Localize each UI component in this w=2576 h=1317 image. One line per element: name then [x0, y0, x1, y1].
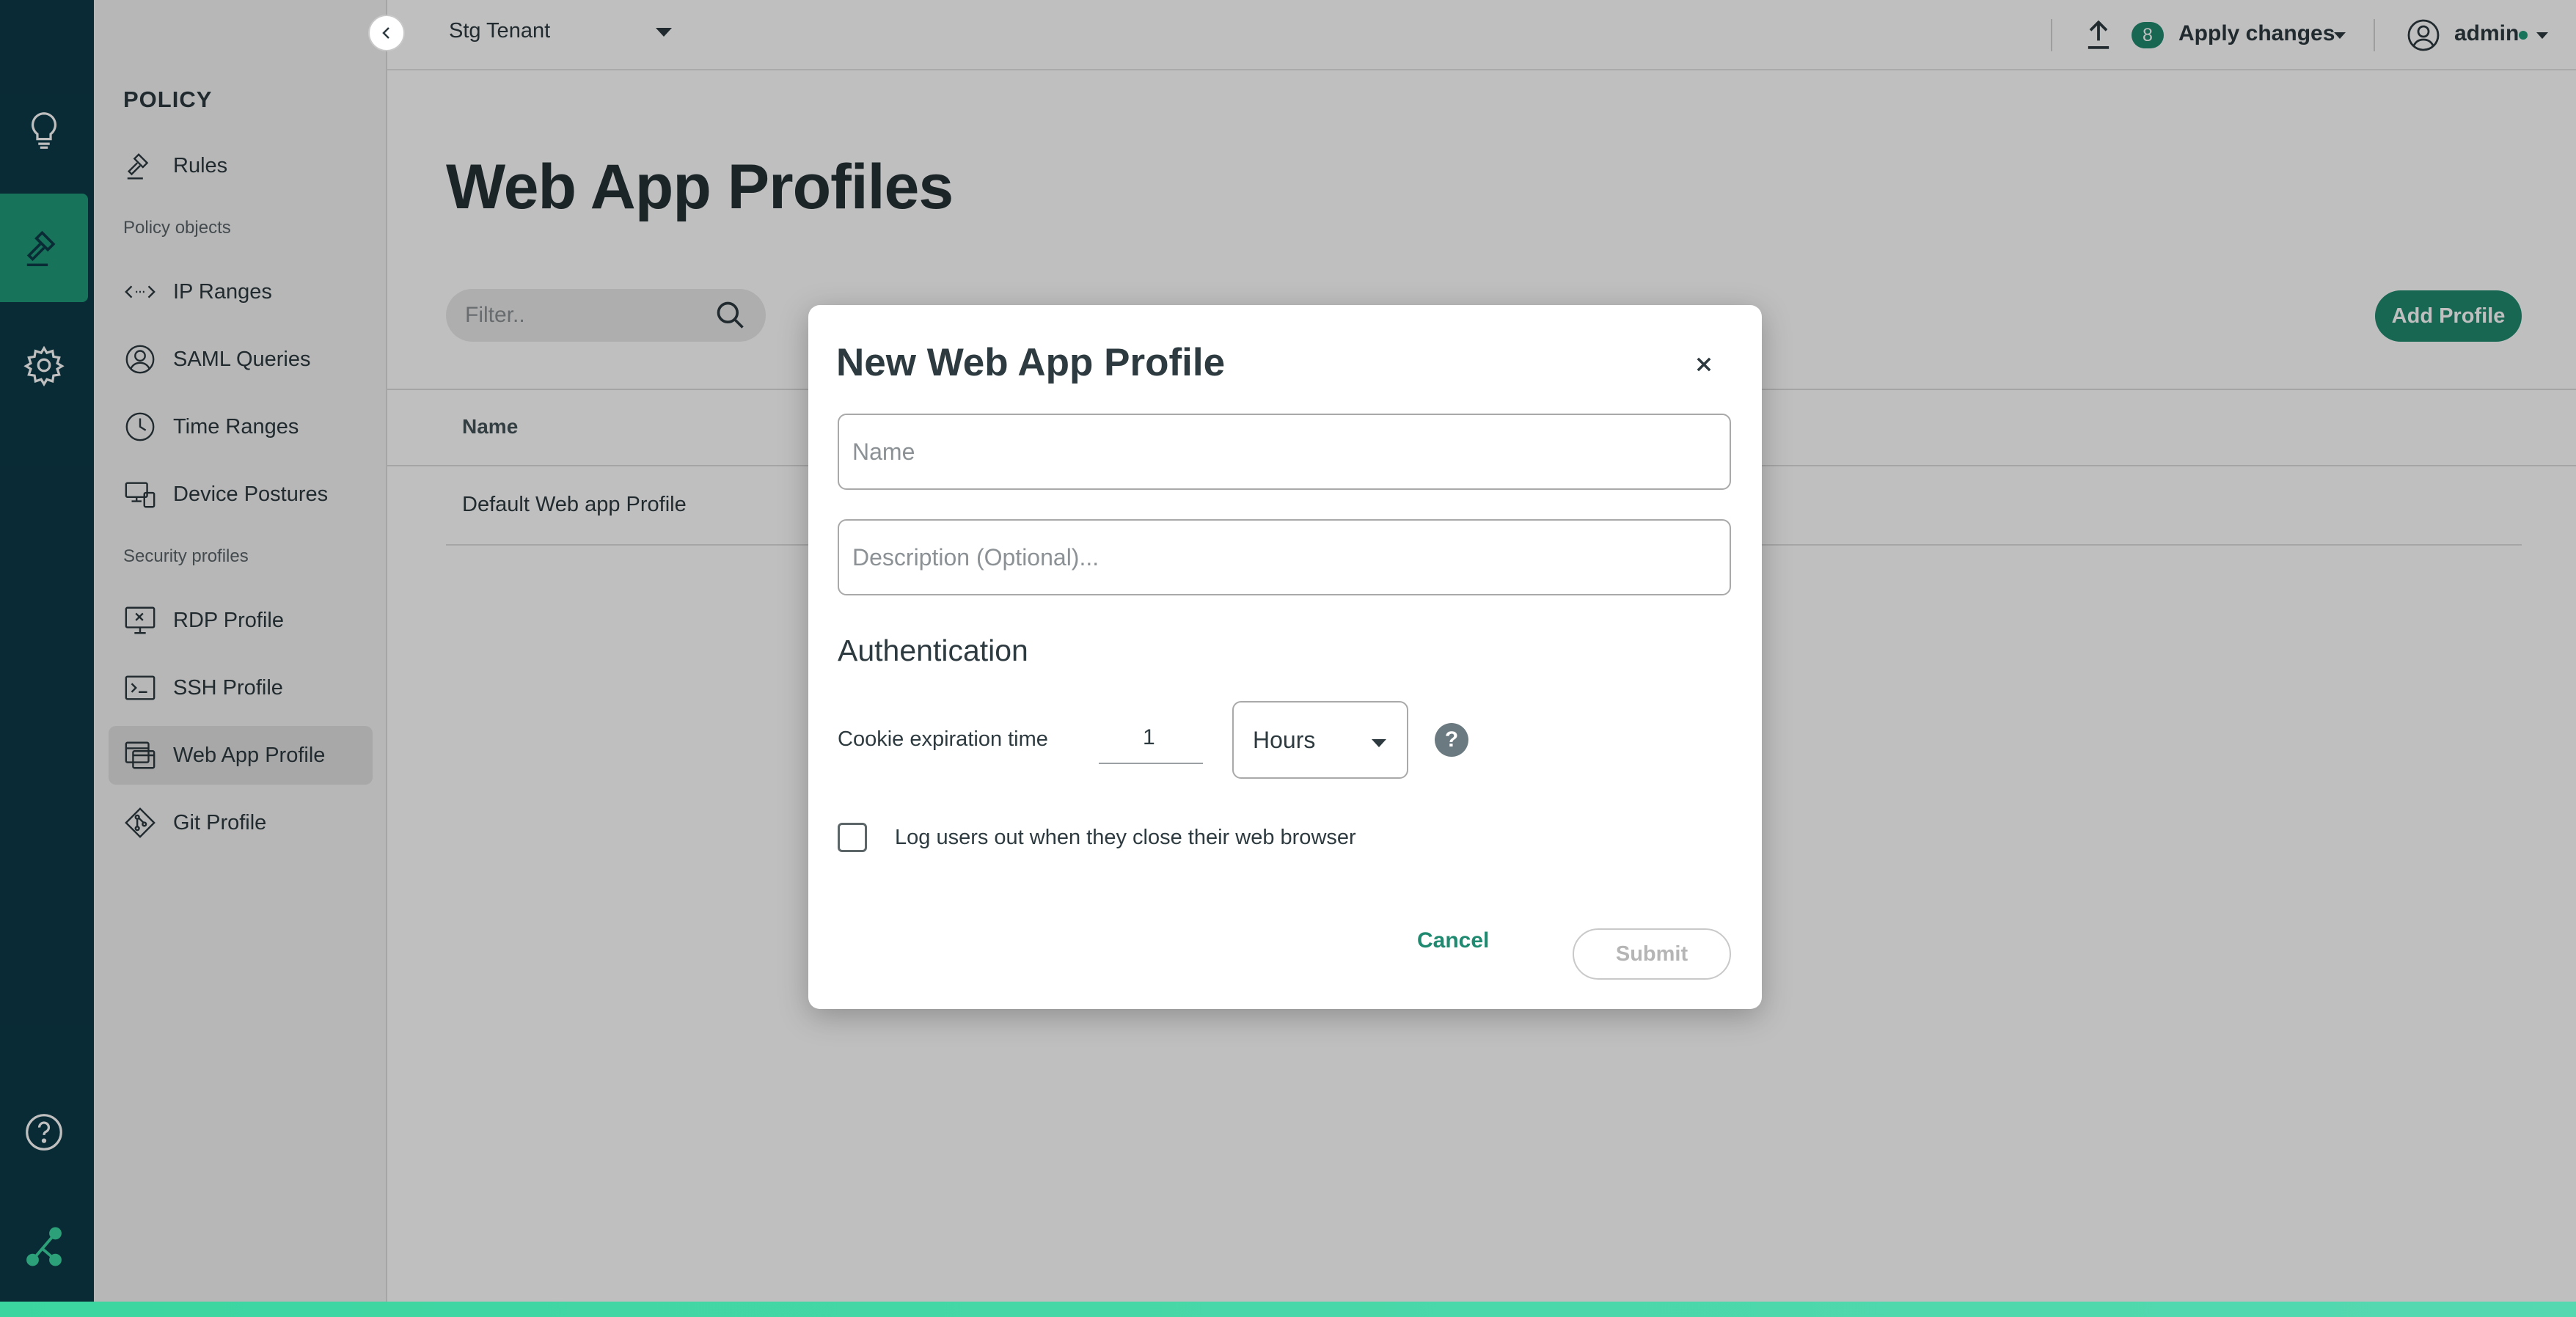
- close-icon: [1697, 357, 1711, 372]
- description-field[interactable]: [838, 519, 1731, 595]
- help-icon[interactable]: ?: [1435, 723, 1468, 757]
- new-web-app-profile-dialog: New Web App Profile Authentication Cooki…: [808, 305, 1762, 1009]
- cookie-expiration-input[interactable]: [1099, 713, 1203, 764]
- name-field[interactable]: [838, 414, 1731, 490]
- logout-on-close-label[interactable]: Log users out when they close their web …: [895, 826, 1356, 850]
- dialog-title: New Web App Profile: [836, 341, 1226, 384]
- chevron-down-icon: [1372, 739, 1386, 747]
- bottom-accent-bar: [0, 1302, 2576, 1317]
- logout-on-close-checkbox[interactable]: [838, 823, 867, 852]
- submit-button[interactable]: Submit: [1573, 928, 1731, 980]
- authentication-heading: Authentication: [838, 634, 1028, 667]
- close-button[interactable]: [1687, 348, 1721, 381]
- chevron-left-icon: [382, 27, 389, 39]
- sidebar-collapse-button[interactable]: [368, 15, 405, 51]
- cookie-expiration-label: Cookie expiration time: [838, 727, 1048, 751]
- cookie-unit-select[interactable]: Hours: [1232, 701, 1408, 779]
- cancel-button[interactable]: Cancel: [1417, 928, 1489, 953]
- selected-unit: Hours: [1253, 726, 1316, 753]
